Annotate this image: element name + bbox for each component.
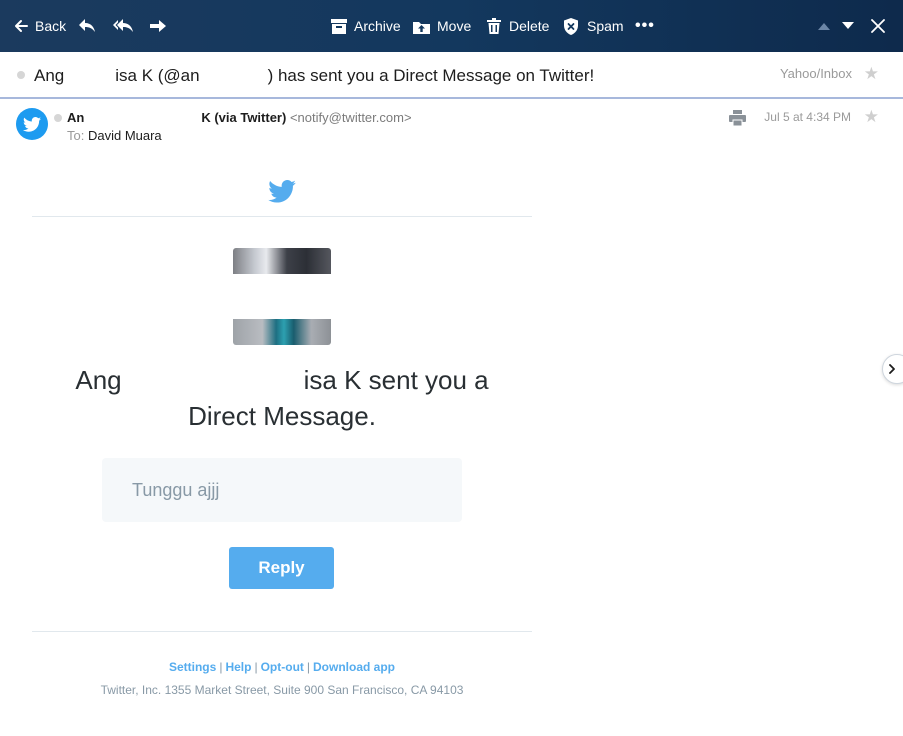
move-icon: [413, 21, 430, 34]
archive-button[interactable]: Archive: [331, 0, 401, 52]
delete-label: Delete: [509, 18, 550, 34]
email-subject: Ang isa K (@an ) has sent you a Direct M…: [34, 66, 595, 85]
footer-link-opt-out[interactable]: Opt-out: [261, 660, 304, 674]
footer-links: Settings | Help | Opt-out | Download app: [32, 660, 532, 674]
move-label: Move: [437, 18, 472, 34]
archive-label: Archive: [354, 18, 401, 34]
divider-bottom: [32, 631, 532, 632]
forward-icon: [150, 20, 166, 32]
direct-message-box: Tunggu ajjj: [102, 458, 462, 522]
next-panel-button[interactable]: [882, 354, 903, 384]
unread-dot[interactable]: [17, 71, 25, 79]
headline-line-2: Direct Message.: [188, 401, 376, 431]
sender-name[interactable]: An K (via Twitter): [67, 110, 286, 125]
divider-top: [32, 216, 532, 217]
caret-up-icon: [818, 23, 830, 30]
twitter-logo: [268, 180, 296, 208]
footer-address: Twitter, Inc. 1355 Market Street, Suite …: [100, 683, 464, 697]
footer-link-download-app[interactable]: Download app: [313, 660, 395, 674]
folder-label: Yahoo/Inbox: [779, 66, 852, 81]
chevron-right-icon: [889, 364, 895, 374]
subject-bar: Ang isa K (@an ) has sent you a Direct M…: [0, 52, 903, 99]
back-label: Back: [35, 18, 67, 34]
spam-label: Spam: [587, 18, 624, 34]
direct-message-text: Tunggu ajjj: [132, 480, 220, 500]
sender-email[interactable]: <notify@twitter.com>: [290, 110, 412, 125]
profile-photo-bottom: [233, 319, 331, 345]
headline-line-1: Ang isa K sent you a: [75, 365, 489, 395]
print-icon: [729, 110, 746, 127]
next-message-button[interactable]: [842, 0, 854, 52]
footer-separator: |: [254, 660, 258, 674]
print-button[interactable]: [729, 110, 746, 131]
close-button[interactable]: [871, 0, 885, 52]
close-icon: [871, 19, 885, 33]
twitter-bird-icon: [268, 180, 296, 203]
read-status-dot: [54, 114, 62, 122]
footer-separator: |: [306, 660, 311, 674]
reply-icon: [79, 19, 95, 32]
archive-icon: [331, 18, 347, 34]
footer-link-help[interactable]: Help: [225, 660, 251, 674]
arrow-left-icon: [15, 20, 28, 32]
sender-line: An K (via Twitter) <notify@twitter.com>: [67, 110, 412, 125]
message-toolbar: Back Archive Move Delete Spam •••: [0, 0, 903, 52]
shield-x-icon: [564, 17, 578, 35]
reply-button-email[interactable]: Reply: [229, 547, 334, 589]
previous-message-button[interactable]: [818, 0, 830, 52]
more-actions-button[interactable]: •••: [635, 0, 655, 52]
to-label: To:: [67, 128, 85, 143]
reply-button[interactable]: [78, 0, 96, 52]
trash-icon: [487, 18, 501, 34]
move-button[interactable]: Move: [413, 0, 471, 52]
delete-button[interactable]: Delete: [487, 0, 549, 52]
back-button[interactable]: Back: [14, 0, 66, 52]
footer-link-settings[interactable]: Settings: [169, 660, 216, 674]
sender-avatar: [16, 108, 48, 140]
message-star-icon[interactable]: ★: [864, 108, 879, 125]
dm-headline: Ang isa K sent you a Direct Message.: [32, 362, 532, 434]
more-icon: •••: [635, 17, 655, 34]
forward-button[interactable]: [149, 0, 167, 52]
profile-photo-top: [233, 248, 331, 274]
reply-all-icon: [113, 19, 133, 32]
spam-button[interactable]: Spam: [563, 0, 624, 52]
twitter-bird-icon: [23, 116, 41, 132]
recipient-line: To: David Muara: [67, 128, 162, 143]
recipient-name[interactable]: David Muara: [88, 128, 162, 143]
message-date: Jul 5 at 4:34 PM: [764, 110, 851, 124]
star-icon[interactable]: ★: [864, 65, 879, 82]
caret-down-icon: [842, 22, 854, 29]
reply-all-button[interactable]: [112, 0, 134, 52]
